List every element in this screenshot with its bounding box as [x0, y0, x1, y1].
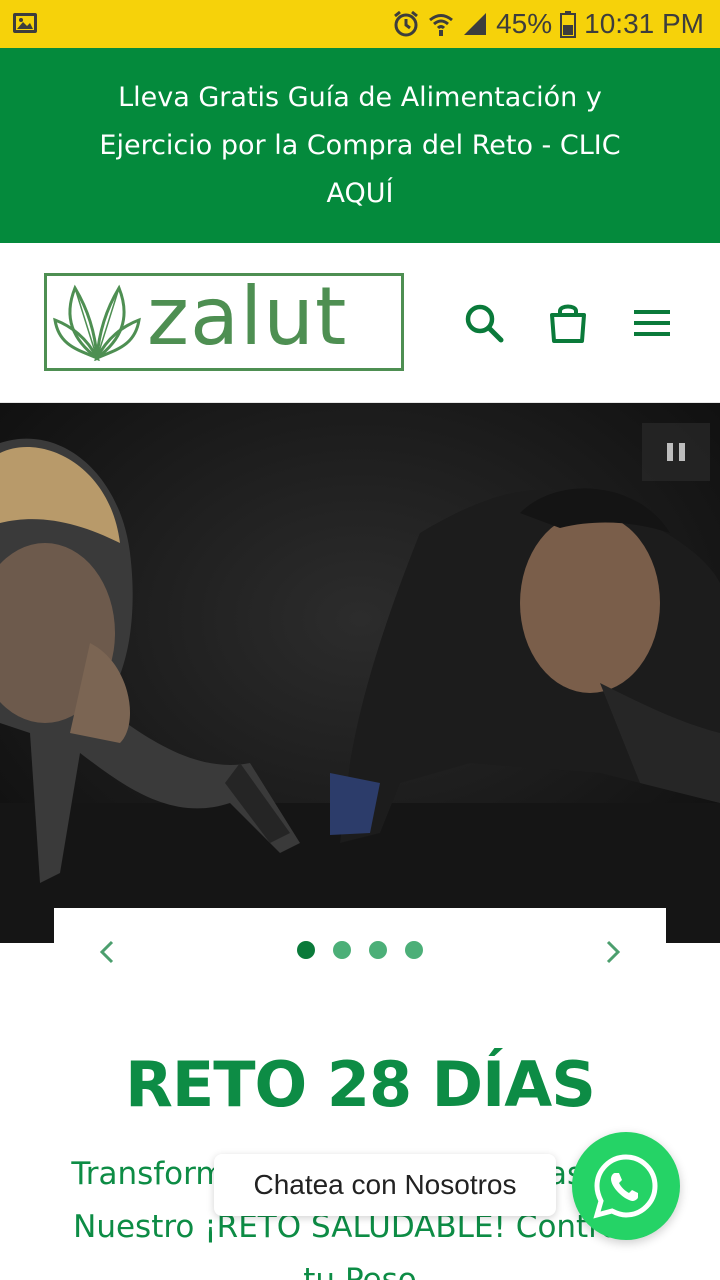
whatsapp-icon	[593, 1154, 658, 1219]
hero-slideshow[interactable]	[0, 403, 720, 943]
chevron-left-icon[interactable]	[96, 940, 120, 964]
slide-dot-3[interactable]	[369, 941, 387, 959]
pause-icon	[667, 443, 673, 461]
site-header: zalut	[0, 243, 720, 403]
section-title: RETO 28 DÍAS	[125, 1048, 596, 1121]
site-logo[interactable]: zalut	[44, 273, 404, 371]
chat-label[interactable]: Chatea con Nosotros	[214, 1154, 556, 1216]
alarm-icon	[394, 10, 419, 37]
status-time: 10:31 PM	[584, 8, 704, 39]
announcement-bar[interactable]: Lleva Gratis Guía de Alimentación y Ejer…	[0, 48, 720, 243]
search-icon[interactable]	[462, 301, 506, 345]
announcement-text[interactable]: Lleva Gratis Guía de Alimentación y Ejer…	[70, 74, 650, 218]
wifi-icon	[429, 14, 454, 36]
battery-percent: 45%	[496, 8, 553, 39]
gallery-notification-icon	[13, 13, 37, 33]
slide-dots	[297, 941, 423, 959]
status-bar: 45% 10:31 PM	[0, 0, 720, 48]
signal-icon	[464, 13, 487, 35]
pause-icon-bar	[679, 443, 685, 461]
menu-icon[interactable]	[630, 301, 674, 345]
cart-icon[interactable]	[546, 301, 590, 345]
chevron-right-icon[interactable]	[600, 940, 624, 964]
hero-image	[0, 403, 720, 943]
logo-wordmark: zalut	[147, 270, 348, 363]
whatsapp-button[interactable]	[572, 1132, 680, 1240]
slide-dot-2[interactable]	[333, 941, 351, 959]
slide-dot-4[interactable]	[405, 941, 423, 959]
battery-icon	[560, 11, 577, 38]
leaf-logo-icon	[53, 284, 141, 362]
slideshow-pause-button[interactable]	[642, 423, 710, 481]
slider-navigation	[54, 908, 666, 994]
slide-dot-1[interactable]	[297, 941, 315, 959]
